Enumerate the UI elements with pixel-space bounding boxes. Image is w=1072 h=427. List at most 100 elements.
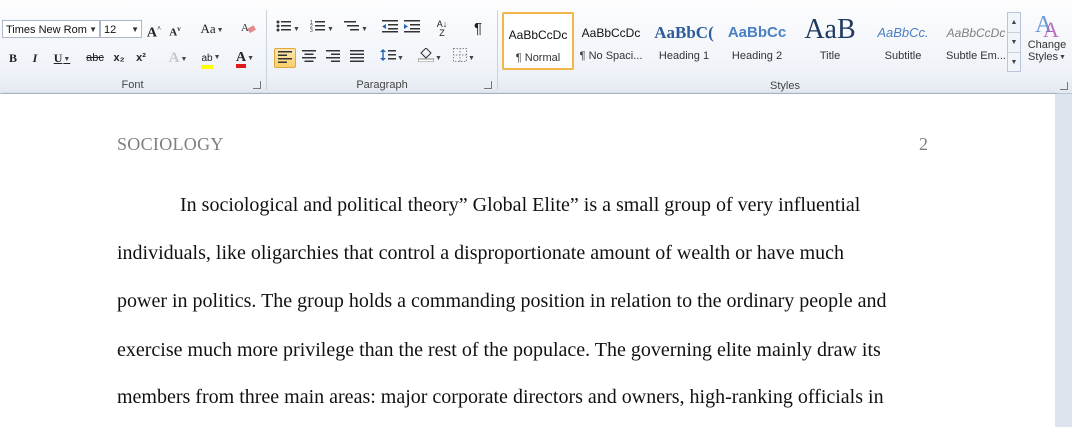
font-size-value: 12: [104, 24, 117, 36]
underline-icon: U: [53, 51, 63, 65]
style-no-spacing[interactable]: AaBbCcDc ¶ No Spaci...: [575, 12, 647, 70]
numbering-button[interactable]: 1 2 3 ▼: [308, 19, 336, 39]
bold-icon: B: [8, 51, 17, 65]
justify-icon: [350, 50, 364, 62]
line-spacing-button[interactable]: ▼: [378, 48, 406, 68]
bullets-icon: [276, 20, 292, 32]
styles-dialog-launcher-icon[interactable]: [1060, 82, 1068, 90]
body-text-line: In sociological and political theory” Gl…: [180, 194, 861, 216]
superscript-button[interactable]: x²: [132, 48, 150, 68]
multilevel-list-icon: [344, 21, 360, 31]
borders-button[interactable]: ▼: [450, 48, 478, 68]
decrease-indent-icon: [382, 20, 398, 33]
style-name: ¶ Normal: [515, 52, 561, 64]
shading-button[interactable]: ▼: [416, 47, 444, 68]
italic-button[interactable]: I: [26, 48, 44, 68]
svg-text:A: A: [1043, 17, 1059, 40]
style-sample: AaBbC(: [654, 23, 714, 42]
align-left-button[interactable]: [274, 48, 296, 68]
paragraph-group: ▼ 1 2 3 ▼ ▼ A↓Z ¶ ▼ ▼ ▼ Paragraph: [268, 8, 496, 92]
change-styles-label-1: Change: [1027, 39, 1067, 51]
show-hide-marks-button[interactable]: ¶: [468, 19, 488, 39]
style-sample: AaBbCc.: [877, 25, 929, 40]
strikethrough-icon: abc: [86, 52, 104, 64]
text-effects-button[interactable]: A▼: [164, 48, 192, 68]
decrease-indent-button[interactable]: [380, 19, 400, 39]
font-size-combo[interactable]: 12 ▼: [100, 20, 142, 38]
italic-icon: I: [32, 51, 38, 65]
body-text-line: members from three main areas: major cor…: [117, 386, 884, 408]
font-color-button[interactable]: A▼: [230, 48, 260, 69]
group-separator: [497, 10, 498, 90]
increase-indent-icon: [404, 20, 420, 33]
style-name: Heading 2: [731, 50, 783, 62]
align-center-icon: [302, 50, 316, 62]
text-effects-icon: A: [168, 50, 180, 66]
ribbon: Times New Rom ▼ 12 ▼ A^ Av Aa▼ A B I U▼ …: [0, 0, 1072, 94]
change-styles-button[interactable]: AA Change Styles▼: [1023, 10, 1071, 80]
paragraph-dialog-launcher-icon[interactable]: [484, 81, 492, 89]
style-subtle-emphasis[interactable]: AaBbCcDc Subtle Em...: [940, 12, 1012, 70]
vertical-scrollbar[interactable]: [1055, 94, 1072, 427]
pilcrow-icon: ¶: [473, 20, 483, 37]
highlight-button[interactable]: ab▼: [196, 48, 226, 69]
svg-text:A: A: [241, 22, 249, 34]
change-case-button[interactable]: Aa▼: [198, 19, 226, 39]
style-sample: AaBbCcDc: [581, 26, 641, 40]
bullets-button[interactable]: ▼: [274, 19, 302, 39]
change-styles-label-2-text: Styles: [1028, 51, 1059, 63]
body-text-line: power in politics. The group holds a com…: [117, 290, 887, 312]
increase-indent-button[interactable]: [402, 19, 422, 39]
superscript-icon: x²: [136, 52, 146, 64]
chevron-down-icon[interactable]: ▼: [1008, 33, 1020, 53]
align-right-button[interactable]: [322, 48, 344, 68]
style-title[interactable]: AaB Title: [794, 12, 866, 70]
numbering-icon: 123: [310, 20, 326, 34]
style-subtitle[interactable]: AaBbCc. Subtitle: [867, 12, 939, 70]
document-area: SOCIOLOGY 2 In sociological and politica…: [0, 94, 1072, 427]
change-styles-icon: AA: [1035, 12, 1059, 42]
align-center-button[interactable]: [298, 48, 320, 68]
style-name: Subtle Em...: [946, 50, 1006, 62]
strikethrough-button[interactable]: abc: [82, 48, 108, 68]
line-spacing-icon: [380, 49, 397, 61]
font-name-combo[interactable]: Times New Rom ▼: [2, 20, 100, 38]
change-case-icon: Aa: [200, 21, 216, 36]
style-sample: AaB: [804, 14, 856, 45]
style-normal[interactable]: AaBbCcDc ¶ Normal: [502, 12, 574, 70]
sort-button[interactable]: A↓Z: [432, 19, 452, 39]
paragraph-group-label: Paragraph: [356, 79, 408, 91]
multilevel-list-button[interactable]: ▼: [342, 19, 370, 39]
clear-formatting-button[interactable]: A: [238, 19, 258, 39]
clear-formatting-icon: A: [241, 22, 256, 34]
style-name: Subtitle: [884, 50, 922, 62]
style-heading-1[interactable]: AaBbC( Heading 1: [648, 12, 720, 70]
style-sample: AaBbCcDc: [946, 26, 1006, 40]
borders-icon: [453, 48, 468, 62]
chevron-up-icon[interactable]: ▲: [1008, 13, 1020, 33]
style-sample: AaBbCc: [727, 24, 787, 41]
bold-button[interactable]: B: [4, 48, 22, 68]
font-group-label: Font: [121, 79, 144, 91]
style-sample: AaBbCcDc: [508, 28, 568, 42]
chevron-down-icon: ▼: [131, 25, 139, 34]
align-left-icon: [278, 51, 292, 63]
style-name: Title: [819, 50, 841, 62]
styles-gallery: AaBbCcDc ¶ Normal AaBbCcDc ¶ No Spaci...…: [500, 12, 1010, 72]
group-separator: [266, 10, 267, 90]
grow-font-button[interactable]: A^: [145, 19, 163, 41]
sort-icon: A↓Z: [436, 19, 448, 38]
shrink-font-button[interactable]: Av: [166, 19, 184, 39]
subscript-button[interactable]: x₂: [110, 48, 128, 68]
more-styles-icon[interactable]: ▼: [1008, 53, 1020, 72]
page-number: 2: [919, 134, 928, 154]
style-heading-2[interactable]: AaBbCc Heading 2: [721, 12, 793, 70]
paint-bucket-icon: [417, 47, 435, 63]
body-text-line: individuals, like oligarchies that contr…: [117, 242, 845, 264]
body-text-line: exercise much more privilege than the re…: [117, 339, 881, 361]
styles-gallery-scroller[interactable]: ▲ ▼ ▼: [1007, 12, 1021, 72]
font-dialog-launcher-icon[interactable]: [253, 81, 261, 89]
underline-button[interactable]: U▼: [50, 48, 74, 68]
justify-button[interactable]: [346, 48, 368, 68]
document-page[interactable]: SOCIOLOGY 2 In sociological and politica…: [0, 94, 1055, 427]
